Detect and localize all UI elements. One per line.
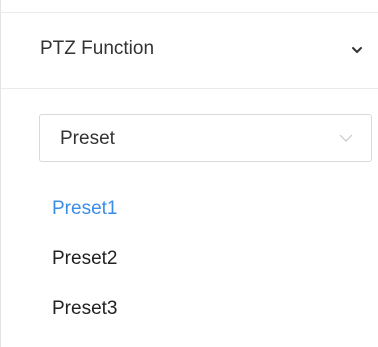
ptz-panel: PTZ Function Preset Preset1 Preset2 Pres…: [0, 0, 378, 347]
chevron-down-icon[interactable]: [349, 42, 365, 58]
preset-item[interactable]: Preset3: [52, 299, 117, 318]
mode-select[interactable]: Preset: [39, 114, 372, 162]
preset-item[interactable]: Preset1: [52, 199, 117, 218]
select-arrow-icon: [339, 134, 353, 142]
panel-title: PTZ Function: [40, 38, 155, 59]
mode-select-value: Preset: [60, 128, 115, 149]
preset-item[interactable]: Preset2: [52, 249, 117, 268]
